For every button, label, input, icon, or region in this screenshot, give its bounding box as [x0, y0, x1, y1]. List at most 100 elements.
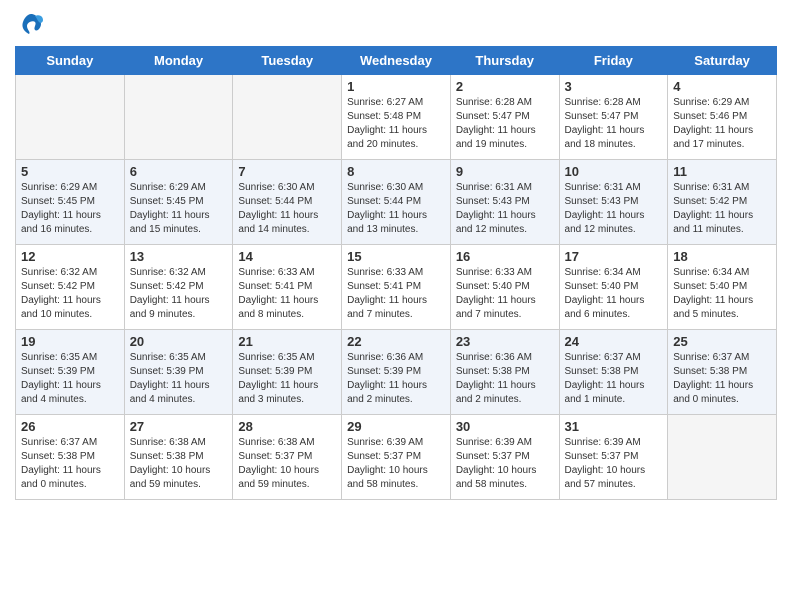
day-header-saturday: Saturday [668, 47, 777, 75]
calendar-cell [124, 75, 233, 160]
day-info: Sunrise: 6:36 AM Sunset: 5:38 PM Dayligh… [456, 351, 554, 407]
day-number: 15 [347, 249, 445, 264]
logo-bird-icon [17, 10, 45, 38]
day-info: Sunrise: 6:32 AM Sunset: 5:42 PM Dayligh… [21, 266, 119, 322]
day-number: 7 [238, 164, 336, 179]
calendar-table: SundayMondayTuesdayWednesdayThursdayFrid… [15, 46, 777, 500]
day-info: Sunrise: 6:35 AM Sunset: 5:39 PM Dayligh… [238, 351, 336, 407]
day-number: 1 [347, 79, 445, 94]
calendar-cell: 23 Sunrise: 6:36 AM Sunset: 5:38 PM Dayli… [450, 330, 559, 415]
calendar-cell: 17 Sunrise: 6:34 AM Sunset: 5:40 PM Dayli… [559, 245, 668, 330]
day-info: Sunrise: 6:29 AM Sunset: 5:45 PM Dayligh… [130, 181, 228, 237]
day-info: Sunrise: 6:37 AM Sunset: 5:38 PM Dayligh… [21, 436, 119, 492]
day-info: Sunrise: 6:39 AM Sunset: 5:37 PM Dayligh… [347, 436, 445, 492]
day-info: Sunrise: 6:29 AM Sunset: 5:45 PM Dayligh… [21, 181, 119, 237]
calendar-cell: 13 Sunrise: 6:32 AM Sunset: 5:42 PM Dayli… [124, 245, 233, 330]
day-info: Sunrise: 6:30 AM Sunset: 5:44 PM Dayligh… [347, 181, 445, 237]
day-info: Sunrise: 6:34 AM Sunset: 5:40 PM Dayligh… [565, 266, 663, 322]
day-info: Sunrise: 6:37 AM Sunset: 5:38 PM Dayligh… [565, 351, 663, 407]
day-header-wednesday: Wednesday [342, 47, 451, 75]
day-info: Sunrise: 6:39 AM Sunset: 5:37 PM Dayligh… [565, 436, 663, 492]
day-header-thursday: Thursday [450, 47, 559, 75]
day-number: 29 [347, 419, 445, 434]
day-number: 11 [673, 164, 771, 179]
day-number: 21 [238, 334, 336, 349]
day-number: 30 [456, 419, 554, 434]
calendar-cell: 29 Sunrise: 6:39 AM Sunset: 5:37 PM Dayli… [342, 415, 451, 500]
day-info: Sunrise: 6:35 AM Sunset: 5:39 PM Dayligh… [21, 351, 119, 407]
calendar-cell: 3 Sunrise: 6:28 AM Sunset: 5:47 PM Daylig… [559, 75, 668, 160]
day-header-sunday: Sunday [16, 47, 125, 75]
day-number: 13 [130, 249, 228, 264]
calendar-cell: 8 Sunrise: 6:30 AM Sunset: 5:44 PM Daylig… [342, 160, 451, 245]
calendar-cell: 11 Sunrise: 6:31 AM Sunset: 5:42 PM Dayli… [668, 160, 777, 245]
day-info: Sunrise: 6:28 AM Sunset: 5:47 PM Dayligh… [565, 96, 663, 152]
day-number: 6 [130, 164, 228, 179]
calendar-cell: 21 Sunrise: 6:35 AM Sunset: 5:39 PM Dayli… [233, 330, 342, 415]
day-info: Sunrise: 6:30 AM Sunset: 5:44 PM Dayligh… [238, 181, 336, 237]
logo [15, 10, 45, 38]
day-number: 10 [565, 164, 663, 179]
calendar-cell: 16 Sunrise: 6:33 AM Sunset: 5:40 PM Dayli… [450, 245, 559, 330]
calendar-cell: 10 Sunrise: 6:31 AM Sunset: 5:43 PM Dayli… [559, 160, 668, 245]
day-number: 12 [21, 249, 119, 264]
calendar-cell: 30 Sunrise: 6:39 AM Sunset: 5:37 PM Dayli… [450, 415, 559, 500]
day-number: 14 [238, 249, 336, 264]
day-number: 22 [347, 334, 445, 349]
calendar-cell [16, 75, 125, 160]
day-info: Sunrise: 6:35 AM Sunset: 5:39 PM Dayligh… [130, 351, 228, 407]
day-info: Sunrise: 6:33 AM Sunset: 5:41 PM Dayligh… [347, 266, 445, 322]
day-number: 31 [565, 419, 663, 434]
calendar-cell: 7 Sunrise: 6:30 AM Sunset: 5:44 PM Daylig… [233, 160, 342, 245]
day-info: Sunrise: 6:38 AM Sunset: 5:38 PM Dayligh… [130, 436, 228, 492]
calendar-cell: 18 Sunrise: 6:34 AM Sunset: 5:40 PM Dayli… [668, 245, 777, 330]
calendar-cell [668, 415, 777, 500]
calendar-cell: 27 Sunrise: 6:38 AM Sunset: 5:38 PM Dayli… [124, 415, 233, 500]
day-number: 20 [130, 334, 228, 349]
day-info: Sunrise: 6:34 AM Sunset: 5:40 PM Dayligh… [673, 266, 771, 322]
calendar-cell: 4 Sunrise: 6:29 AM Sunset: 5:46 PM Daylig… [668, 75, 777, 160]
day-number: 9 [456, 164, 554, 179]
calendar-cell: 28 Sunrise: 6:38 AM Sunset: 5:37 PM Dayli… [233, 415, 342, 500]
calendar-cell: 26 Sunrise: 6:37 AM Sunset: 5:38 PM Dayli… [16, 415, 125, 500]
day-number: 17 [565, 249, 663, 264]
calendar-cell: 20 Sunrise: 6:35 AM Sunset: 5:39 PM Dayli… [124, 330, 233, 415]
day-number: 28 [238, 419, 336, 434]
day-info: Sunrise: 6:31 AM Sunset: 5:43 PM Dayligh… [565, 181, 663, 237]
day-number: 8 [347, 164, 445, 179]
calendar-cell [233, 75, 342, 160]
day-info: Sunrise: 6:32 AM Sunset: 5:42 PM Dayligh… [130, 266, 228, 322]
day-number: 2 [456, 79, 554, 94]
day-info: Sunrise: 6:33 AM Sunset: 5:41 PM Dayligh… [238, 266, 336, 322]
day-number: 16 [456, 249, 554, 264]
day-info: Sunrise: 6:33 AM Sunset: 5:40 PM Dayligh… [456, 266, 554, 322]
calendar-cell: 5 Sunrise: 6:29 AM Sunset: 5:45 PM Daylig… [16, 160, 125, 245]
day-number: 26 [21, 419, 119, 434]
day-number: 4 [673, 79, 771, 94]
day-number: 5 [21, 164, 119, 179]
calendar-cell: 19 Sunrise: 6:35 AM Sunset: 5:39 PM Dayli… [16, 330, 125, 415]
calendar-cell: 24 Sunrise: 6:37 AM Sunset: 5:38 PM Dayli… [559, 330, 668, 415]
calendar-cell: 9 Sunrise: 6:31 AM Sunset: 5:43 PM Daylig… [450, 160, 559, 245]
day-number: 3 [565, 79, 663, 94]
day-number: 27 [130, 419, 228, 434]
day-info: Sunrise: 6:37 AM Sunset: 5:38 PM Dayligh… [673, 351, 771, 407]
day-info: Sunrise: 6:29 AM Sunset: 5:46 PM Dayligh… [673, 96, 771, 152]
day-info: Sunrise: 6:31 AM Sunset: 5:42 PM Dayligh… [673, 181, 771, 237]
day-info: Sunrise: 6:39 AM Sunset: 5:37 PM Dayligh… [456, 436, 554, 492]
calendar-cell: 31 Sunrise: 6:39 AM Sunset: 5:37 PM Dayli… [559, 415, 668, 500]
day-number: 24 [565, 334, 663, 349]
calendar-cell: 25 Sunrise: 6:37 AM Sunset: 5:38 PM Dayli… [668, 330, 777, 415]
day-number: 18 [673, 249, 771, 264]
page-header [15, 10, 777, 38]
day-info: Sunrise: 6:27 AM Sunset: 5:48 PM Dayligh… [347, 96, 445, 152]
day-number: 19 [21, 334, 119, 349]
day-info: Sunrise: 6:38 AM Sunset: 5:37 PM Dayligh… [238, 436, 336, 492]
day-number: 23 [456, 334, 554, 349]
calendar-cell: 22Sunrise: 6:36 AM Sunset: 5:39 PM Dayli… [342, 330, 451, 415]
day-number: 25 [673, 334, 771, 349]
calendar-cell: 6 Sunrise: 6:29 AM Sunset: 5:45 PM Daylig… [124, 160, 233, 245]
day-info: Sunrise: 6:28 AM Sunset: 5:47 PM Dayligh… [456, 96, 554, 152]
day-info: Sunrise: 6:31 AM Sunset: 5:43 PM Dayligh… [456, 181, 554, 237]
day-header-friday: Friday [559, 47, 668, 75]
